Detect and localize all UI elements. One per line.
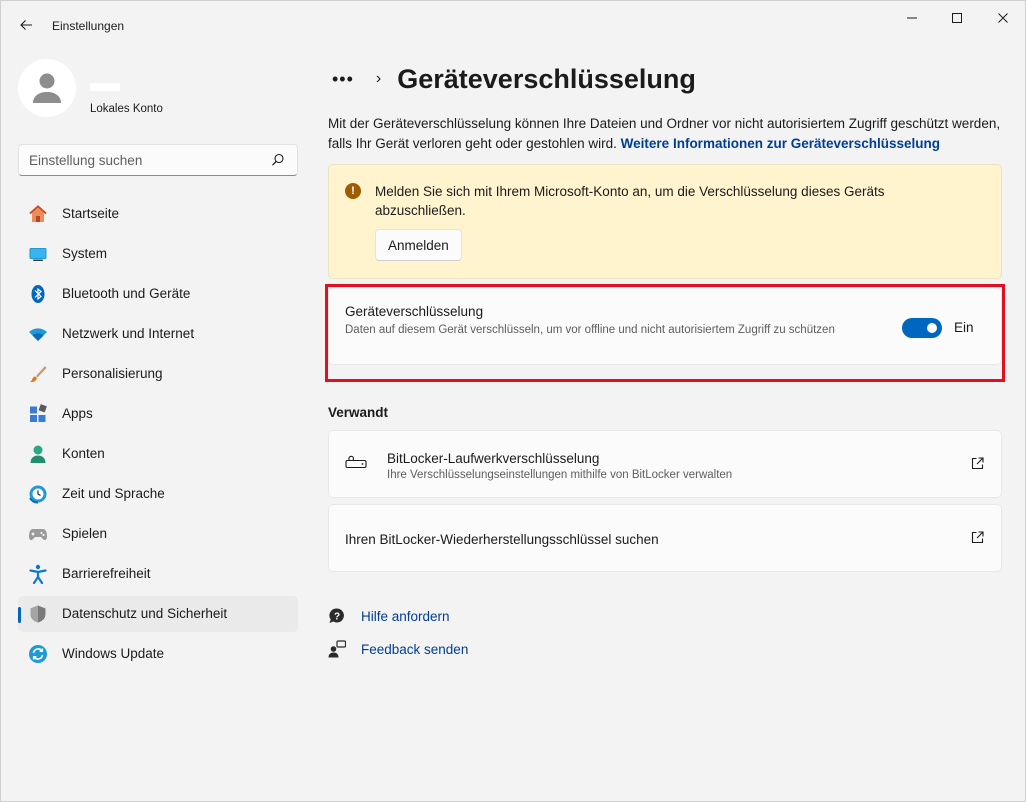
bitlocker-title: BitLocker-Laufwerkverschlüsselung [387, 451, 600, 466]
bluetooth-icon [31, 285, 45, 303]
intro-paragraph: Mit der Geräteverschlüsselung können Ihr… [328, 114, 1002, 154]
search-input[interactable] [29, 152, 259, 168]
avatar [18, 59, 76, 117]
update-icon [29, 645, 47, 663]
sidebar-item-label: Spielen [62, 526, 108, 541]
maximize-button[interactable] [934, 1, 980, 35]
page-title: Geräteverschlüsselung [397, 63, 696, 94]
clock-globe-icon [29, 485, 47, 504]
brush-icon [30, 366, 47, 383]
sidebar-item-label: Konten [62, 446, 105, 461]
profile-account-type: Lokales Konto [90, 103, 163, 115]
profile-name-redacted [90, 83, 120, 91]
settings-window: Einstellungen Lokales Konto Einstellung … [0, 0, 1026, 802]
sidebar-item-apps[interactable]: Apps [18, 396, 298, 432]
related-heading: Verwandt [328, 405, 389, 420]
sidebar-item-startseite[interactable]: Startseite [18, 196, 298, 232]
sidebar-item-label: Windows Update [62, 646, 165, 661]
accessibility-icon [29, 564, 47, 584]
search-icon[interactable] [271, 153, 285, 167]
device-encryption-toggle[interactable] [902, 318, 942, 338]
bitlocker-card[interactable]: BitLocker-Laufwerkverschlüsselung Ihre V… [328, 430, 1002, 498]
sidebar-item-konten[interactable]: Konten [18, 436, 298, 472]
sidebar-item-netzwerk[interactable]: Netzwerk und Internet [18, 316, 298, 352]
recovery-key-card[interactable]: Ihren BitLocker-Wiederherstellungsschlüs… [328, 504, 1002, 572]
svg-text:?: ? [334, 612, 340, 623]
app-title: Einstellungen [52, 19, 125, 33]
toggle-knob [927, 323, 937, 333]
warning-text: Melden Sie sich mit Ihrem Microsoft-Kont… [375, 184, 885, 218]
bitlocker-key-icon [345, 455, 367, 469]
learn-more-link[interactable]: Weitere Informationen zur Geräteverschlü… [621, 136, 940, 151]
sidebar-item-datenschutz[interactable]: Datenschutz und Sicherheit [18, 596, 298, 632]
sidebar-item-label: Barrierefreiheit [62, 566, 151, 581]
sidebar-item-bluetooth[interactable]: Bluetooth und Geräte [18, 276, 298, 312]
apps-icon [30, 404, 47, 422]
sidebar-item-spielen[interactable]: Spielen [18, 516, 298, 552]
breadcrumb: ••• › Geräteverschlüsselung [328, 59, 696, 99]
sidebar-item-label: System [62, 246, 108, 261]
bitlocker-subtitle: Ihre Verschlüsselungseinstellungen mithi… [387, 469, 733, 481]
get-help-label: Hilfe anfordern [361, 608, 450, 624]
sidebar-item-label: Bluetooth und Geräte [62, 286, 191, 301]
sidebar-item-label: Startseite [62, 206, 120, 221]
send-feedback-label: Feedback senden [361, 641, 469, 657]
sidebar-item-windows-update[interactable]: Windows Update [18, 636, 298, 672]
help-chat-icon: ? [329, 608, 344, 623]
sidebar-item-label: Zeit und Sprache [62, 486, 165, 501]
device-encryption-title: Geräteverschlüsselung [345, 304, 484, 319]
sidebar-item-system[interactable]: System [18, 236, 298, 272]
device-encryption-card: Geräteverschlüsselung Daten auf diesem G… [328, 287, 1002, 365]
close-icon [998, 13, 1008, 23]
sidebar-nav: Startseite System Bluetooth und Geräte N… [18, 196, 298, 676]
maximize-icon [952, 13, 962, 23]
external-link-icon [971, 457, 984, 470]
user-placeholder-icon [33, 73, 61, 103]
sidebar-item-label: Netzwerk und Internet [62, 326, 195, 341]
system-icon [29, 248, 47, 261]
sidebar-item-barrierefreiheit[interactable]: Barrierefreiheit [18, 556, 298, 592]
wifi-icon [29, 328, 47, 341]
shield-icon [30, 605, 46, 623]
signin-warning-banner: ! Melden Sie sich mit Ihrem Microsoft-Ko… [328, 164, 1002, 279]
home-icon [29, 205, 47, 222]
recovery-key-title: Ihren BitLocker-Wiederherstellungsschlüs… [345, 532, 659, 547]
device-encryption-description: Daten auf diesem Gerät verschlüsseln, um… [345, 324, 835, 336]
person-icon [30, 445, 46, 463]
search-box[interactable] [18, 144, 298, 176]
sidebar-item-zeit[interactable]: Zeit und Sprache [18, 476, 298, 512]
gamepad-icon [29, 529, 47, 541]
arrow-left-icon [20, 20, 32, 30]
sidebar-item-label: Apps [62, 406, 93, 421]
toggle-state-label: Ein [954, 320, 974, 335]
sidebar-item-label: Datenschutz und Sicherheit [62, 606, 228, 621]
signin-button[interactable]: Anmelden [375, 229, 462, 261]
chevron-right-icon: › [375, 70, 382, 87]
close-button[interactable] [980, 1, 1026, 35]
minimize-icon [907, 17, 917, 19]
warning-icon: ! [345, 183, 361, 199]
sidebar-item-personalisierung[interactable]: Personalisierung [18, 356, 298, 392]
sidebar: Lokales Konto Startseite [1, 49, 311, 802]
back-button[interactable] [11, 11, 41, 39]
main-content: ••• › Geräteverschlüsselung Mit der Gerä… [325, 49, 1005, 789]
sidebar-item-label: Personalisierung [62, 366, 163, 381]
feedback-icon [328, 640, 346, 658]
minimize-button[interactable] [889, 1, 935, 35]
title-bar: Einstellungen [1, 1, 1025, 49]
breadcrumb-more-button[interactable]: ••• [328, 69, 358, 90]
external-link-icon [971, 531, 984, 544]
user-profile[interactable]: Lokales Konto [18, 59, 298, 119]
